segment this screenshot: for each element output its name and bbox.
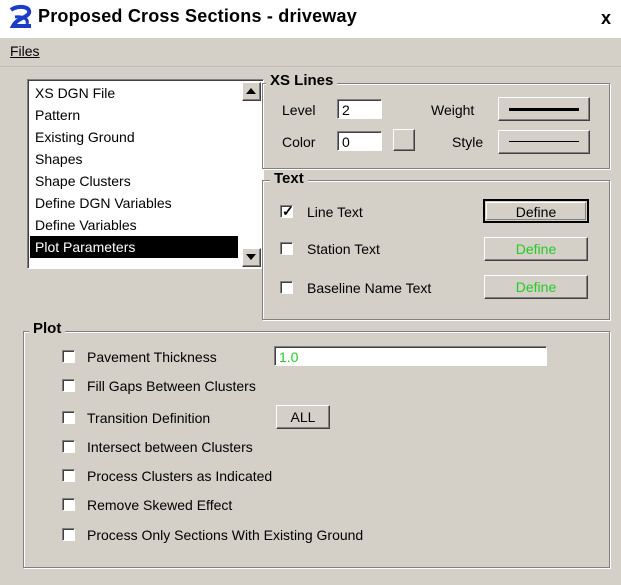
process-only-existing-label: Process Only Sections With Existing Grou… — [87, 527, 364, 543]
level-label: Level — [282, 102, 316, 118]
scroll-down-button[interactable] — [242, 248, 261, 267]
baseline-text-checkbox[interactable] — [280, 281, 293, 294]
scroll-up-button[interactable] — [242, 82, 261, 101]
line-text-checkbox[interactable]: ✓ — [280, 203, 294, 219]
window-title: Proposed Cross Sections - driveway — [38, 6, 357, 26]
process-only-existing-checkbox[interactable] — [62, 528, 75, 541]
list-item[interactable]: Shapes — [30, 148, 238, 170]
weight-line-sample — [509, 108, 579, 111]
list-item[interactable]: Pattern — [30, 104, 238, 126]
process-clusters-label: Process Clusters as Indicated — [87, 468, 273, 484]
list-item[interactable]: Existing Ground — [30, 126, 238, 148]
text-title: Text — [270, 170, 308, 187]
pavement-thickness-input[interactable]: 1.0 — [274, 346, 547, 366]
fill-gaps-checkbox[interactable] — [62, 379, 75, 392]
weight-label: Weight — [431, 102, 475, 118]
list-item-selected[interactable]: Plot Parameters — [30, 236, 238, 258]
plot-title: Plot — [29, 320, 66, 337]
section-list[interactable]: XS DGN File Pattern Existing Ground Shap… — [27, 79, 264, 269]
menu-files[interactable]: Files — [10, 43, 40, 59]
dialog-window: Proposed Cross Sections - driveway x Fil… — [0, 0, 621, 585]
transition-all-button[interactable]: ALL — [276, 405, 330, 429]
pavement-thickness-checkbox[interactable] — [62, 350, 75, 363]
line-text-label: Line Text — [307, 204, 363, 220]
color-label: Color — [282, 134, 316, 150]
list-item[interactable]: XS DGN File — [30, 82, 238, 104]
station-text-checkbox[interactable] — [280, 242, 293, 255]
arrow-down-icon — [246, 254, 256, 260]
transition-definition-label: Transition Definition — [87, 410, 211, 426]
list-scrollbar-track[interactable] — [242, 100, 259, 247]
app-logo-icon — [7, 4, 35, 32]
xs-lines-group — [262, 83, 610, 169]
line-text-define-label: Define — [515, 204, 557, 220]
remove-skewed-checkbox[interactable] — [62, 498, 75, 511]
remove-skewed-label: Remove Skewed Effect — [87, 497, 233, 513]
pavement-thickness-label: Pavement Thickness — [87, 349, 217, 365]
baseline-text-define-button[interactable]: Define — [484, 275, 588, 299]
intersect-clusters-label: Intersect between Clusters — [87, 439, 253, 455]
arrow-up-icon — [246, 88, 256, 94]
fill-gaps-label: Fill Gaps Between Clusters — [87, 378, 256, 394]
style-label: Style — [452, 134, 484, 150]
close-button[interactable]: x — [596, 7, 616, 29]
station-text-label: Station Text — [307, 241, 380, 257]
color-input[interactable]: 0 — [337, 131, 382, 151]
style-line-sample — [509, 141, 579, 142]
process-clusters-checkbox[interactable] — [62, 469, 75, 482]
line-text-define-button[interactable]: Define — [483, 199, 589, 223]
level-input[interactable]: 2 — [337, 99, 382, 119]
menu-bar: Files — [0, 38, 621, 67]
intersect-clusters-checkbox[interactable] — [62, 440, 75, 453]
title-bar: Proposed Cross Sections - driveway x — [0, 0, 621, 38]
weight-selector[interactable] — [498, 97, 590, 121]
check-icon: ✓ — [282, 203, 294, 219]
section-list-items: XS DGN File Pattern Existing Ground Shap… — [30, 82, 238, 258]
station-text-define-button[interactable]: Define — [484, 237, 588, 261]
style-selector[interactable] — [498, 130, 590, 154]
transition-definition-checkbox[interactable] — [62, 411, 75, 424]
xs-lines-title: XS Lines — [266, 72, 338, 89]
list-item[interactable]: Shape Clusters — [30, 170, 238, 192]
list-item[interactable]: Define DGN Variables — [30, 192, 238, 214]
baseline-text-label: Baseline Name Text — [307, 280, 432, 296]
color-swatch-button[interactable] — [393, 129, 415, 151]
list-item[interactable]: Define Variables — [30, 214, 238, 236]
